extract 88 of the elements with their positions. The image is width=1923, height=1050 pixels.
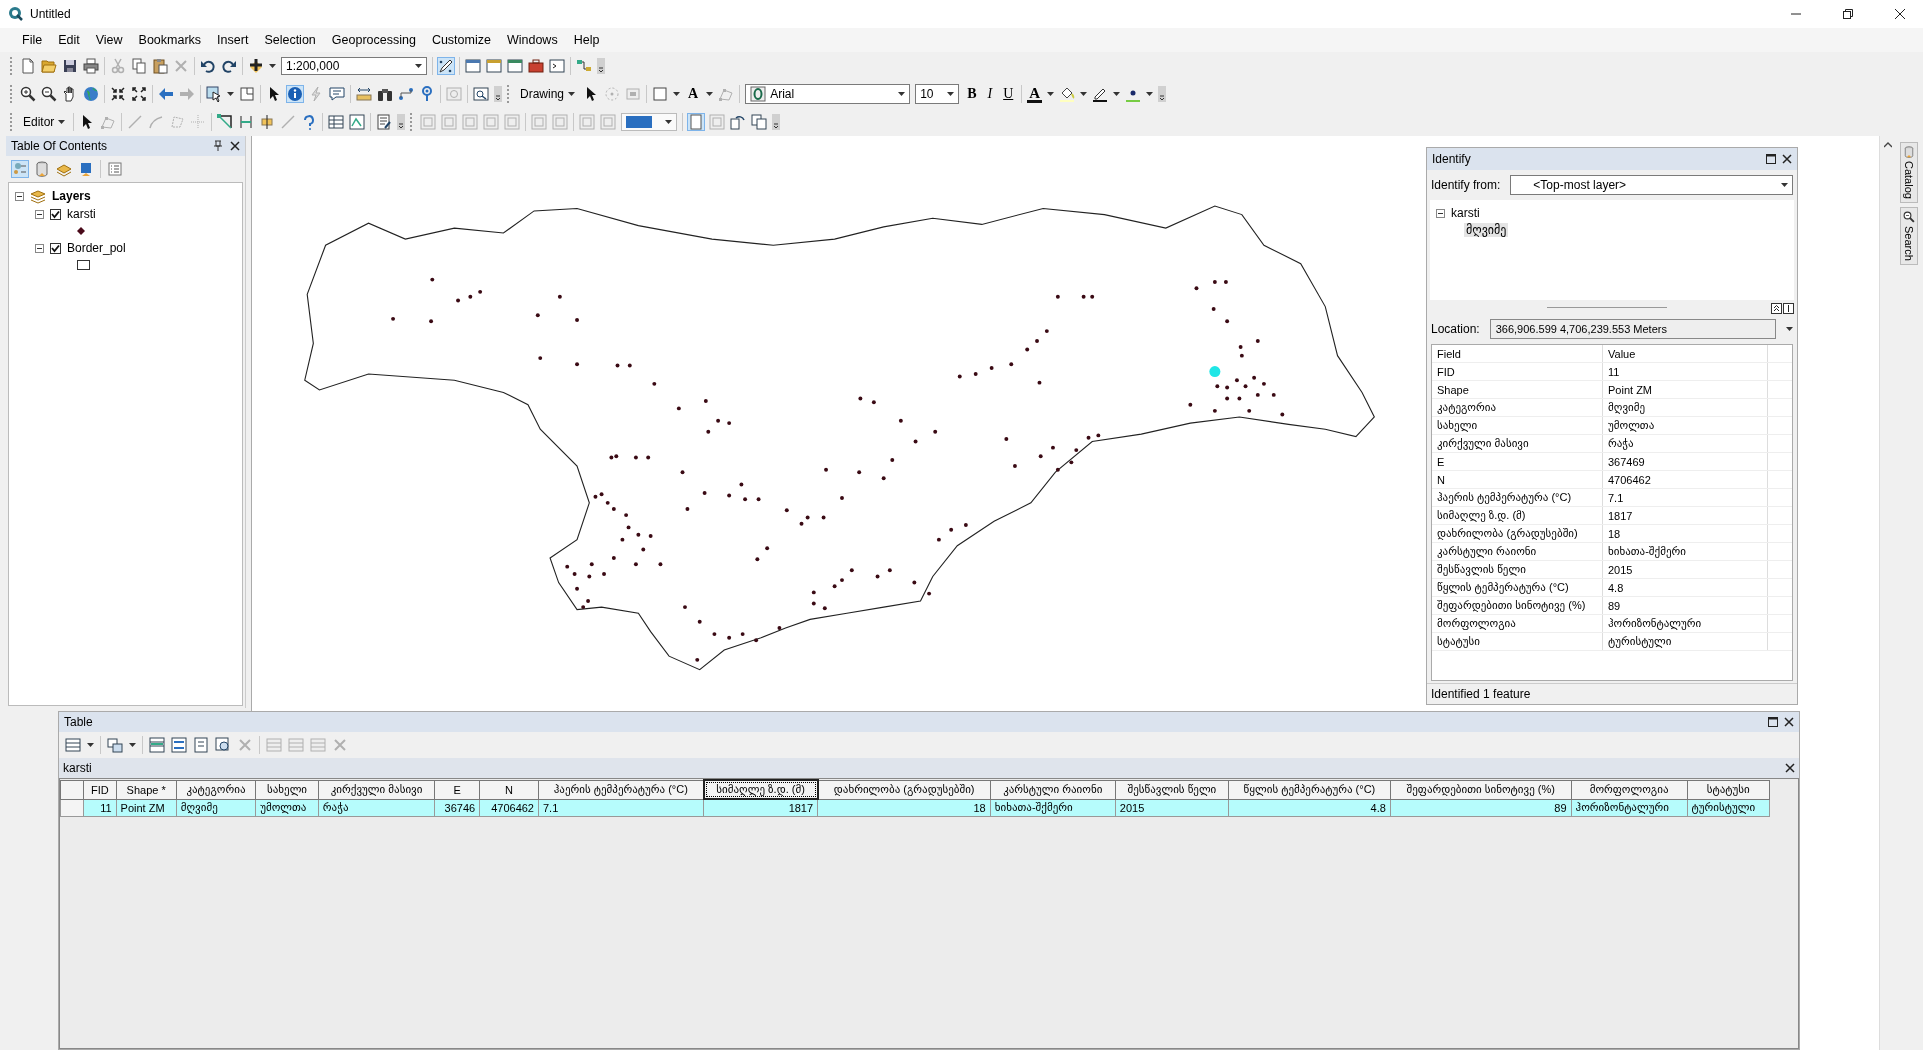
font-size-field[interactable]: 10 — [915, 84, 960, 104]
menu-item[interactable]: File — [14, 31, 51, 49]
field-label: Identify from: — [1431, 178, 1501, 192]
panel-title: Table — [64, 715, 93, 729]
field-name: შესწავლის წელი — [1432, 560, 1603, 579]
column-header[interactable]: FID — [83, 780, 117, 799]
column-header[interactable]: Shape * — [116, 780, 177, 799]
table-row[interactable]: 11 Point ZM მღვიმე უმოლთა რაჭა 36746 4706462 7.1 1817 18 ხიხათა-შქმერი 2015 4.8 89 ჰორიზონტალური ტურისტული — [60, 799, 1770, 817]
column-header: Field — [1432, 345, 1603, 363]
column-header[interactable]: სახელი — [255, 780, 319, 799]
panel-title: Table Of Contents — [11, 139, 108, 153]
field-value: უმოლთა — [1602, 416, 1768, 435]
format-button[interactable]: B — [964, 87, 980, 101]
column-header[interactable]: მორფოლოგია — [1571, 780, 1688, 799]
layer-name[interactable]: karsti — [67, 207, 96, 221]
drawing-menu[interactable]: Drawing — [517, 86, 578, 102]
scale-field[interactable]: 1:200,000 — [281, 57, 427, 75]
field-name: კატეგორია — [1432, 398, 1603, 417]
column-header[interactable]: კარსტული რაიონი — [990, 780, 1116, 799]
field-value: 89 — [1602, 596, 1768, 615]
menu-item[interactable]: Insert — [209, 31, 257, 49]
menu-item[interactable]: Bookmarks — [130, 31, 210, 49]
column-header: Value — [1602, 345, 1768, 363]
field-name: ჰაერის ტემპერატურა (°C) — [1432, 488, 1603, 507]
format-button[interactable]: U — [1000, 87, 1017, 101]
tree-label[interactable]: karsti — [1451, 206, 1480, 220]
menu-item[interactable]: Windows — [498, 31, 566, 49]
table-tab[interactable]: karsti — [63, 761, 92, 775]
editor-menu[interactable]: Editor — [20, 114, 69, 130]
font-color-button[interactable]: A — [1027, 85, 1043, 103]
menu-item[interactable]: Edit — [50, 31, 88, 49]
field-value: Point ZM — [1602, 380, 1768, 399]
menu-item[interactable]: Help — [565, 31, 608, 49]
field-name: FID — [1432, 362, 1603, 381]
column-header[interactable]: N — [479, 780, 539, 799]
field-value: ხიხათა-შქმერი — [1602, 542, 1768, 561]
field-value: 2015 — [1602, 560, 1768, 579]
column-header[interactable]: კატეგორია — [176, 780, 256, 799]
field-name: სტატუსი — [1432, 632, 1603, 651]
location-field: 366,906.599 4,706,239.553 Meters — [1489, 319, 1776, 339]
side-tab[interactable]: Search — [1900, 206, 1918, 265]
column-header[interactable]: E — [434, 780, 480, 799]
field-value: ტურისტული — [1602, 632, 1768, 651]
field-value: რაჭა — [1602, 434, 1768, 453]
field-name: მორფოლოგია — [1432, 614, 1603, 633]
field-value: 367469 — [1602, 452, 1768, 471]
field-name: სიმაღლე ზ.დ. (მ) — [1432, 506, 1603, 525]
menu-item[interactable]: View — [87, 31, 131, 49]
window-title: Untitled — [30, 7, 71, 21]
menu-item[interactable]: Geoprocessing — [323, 31, 424, 49]
field-name: კარსტული რაიონი — [1432, 542, 1603, 561]
field-name: კირქვული მასივი — [1432, 434, 1603, 453]
field-value: 1817 — [1602, 506, 1768, 525]
text-tool-button[interactable]: A — [685, 87, 702, 101]
field-name: წყლის ტემპერატურა (°C) — [1432, 578, 1603, 597]
field-label: Location: — [1431, 322, 1480, 336]
format-button[interactable]: I — [984, 87, 996, 101]
field-name: დახრილობა (გრადუსებში) — [1432, 524, 1603, 543]
column-header[interactable]: ჰაერის ტემპერატურა (°C) — [538, 780, 704, 799]
tree-label[interactable]: Layers — [52, 189, 91, 203]
status-text: Identified 1 feature — [1431, 687, 1531, 701]
field-name: Shape — [1432, 380, 1603, 399]
field-name: N — [1432, 470, 1603, 489]
side-tab[interactable]: Catalog — [1900, 142, 1918, 203]
field-value: 18 — [1602, 524, 1768, 543]
field-value: მღვიმე — [1602, 398, 1768, 417]
layer-name[interactable]: Border_pol — [67, 241, 126, 255]
field-name: სახელი — [1432, 416, 1603, 435]
column-header[interactable]: დახრილობა (გრადუსებში) — [817, 780, 991, 799]
menu-item[interactable]: Selection — [256, 31, 324, 49]
field-value: 11 — [1602, 362, 1768, 381]
field-value: ჰორიზონტალური — [1602, 614, 1768, 633]
identify-from-dropdown[interactable]: <Top-most layer> — [1510, 175, 1793, 195]
field-name: E — [1432, 452, 1603, 471]
menu-item[interactable]: Customize — [423, 31, 499, 49]
field-value: 7.1 — [1602, 488, 1768, 507]
column-header[interactable]: წყლის ტემპერატურა (°C) — [1228, 780, 1391, 799]
panel-title: Identify — [1432, 152, 1471, 166]
font-field[interactable]: Arial — [745, 84, 911, 104]
column-header[interactable]: სტატუსი — [1687, 780, 1770, 799]
column-header[interactable]: შეფარდებითი სინოტივე (%) — [1390, 780, 1572, 799]
tree-label[interactable]: მღვიმე — [1464, 223, 1509, 237]
field-value: 4.8 — [1602, 578, 1768, 597]
column-header[interactable]: კირქვული მასივი — [318, 780, 435, 799]
column-header[interactable]: სიმაღლე ზ.დ. (მ) — [703, 780, 818, 799]
column-header[interactable]: შესწავლის წელი — [1115, 780, 1229, 799]
field-name: შეფარდებითი სინოტივე (%) — [1432, 596, 1603, 615]
field-value: 4706462 — [1602, 470, 1768, 489]
